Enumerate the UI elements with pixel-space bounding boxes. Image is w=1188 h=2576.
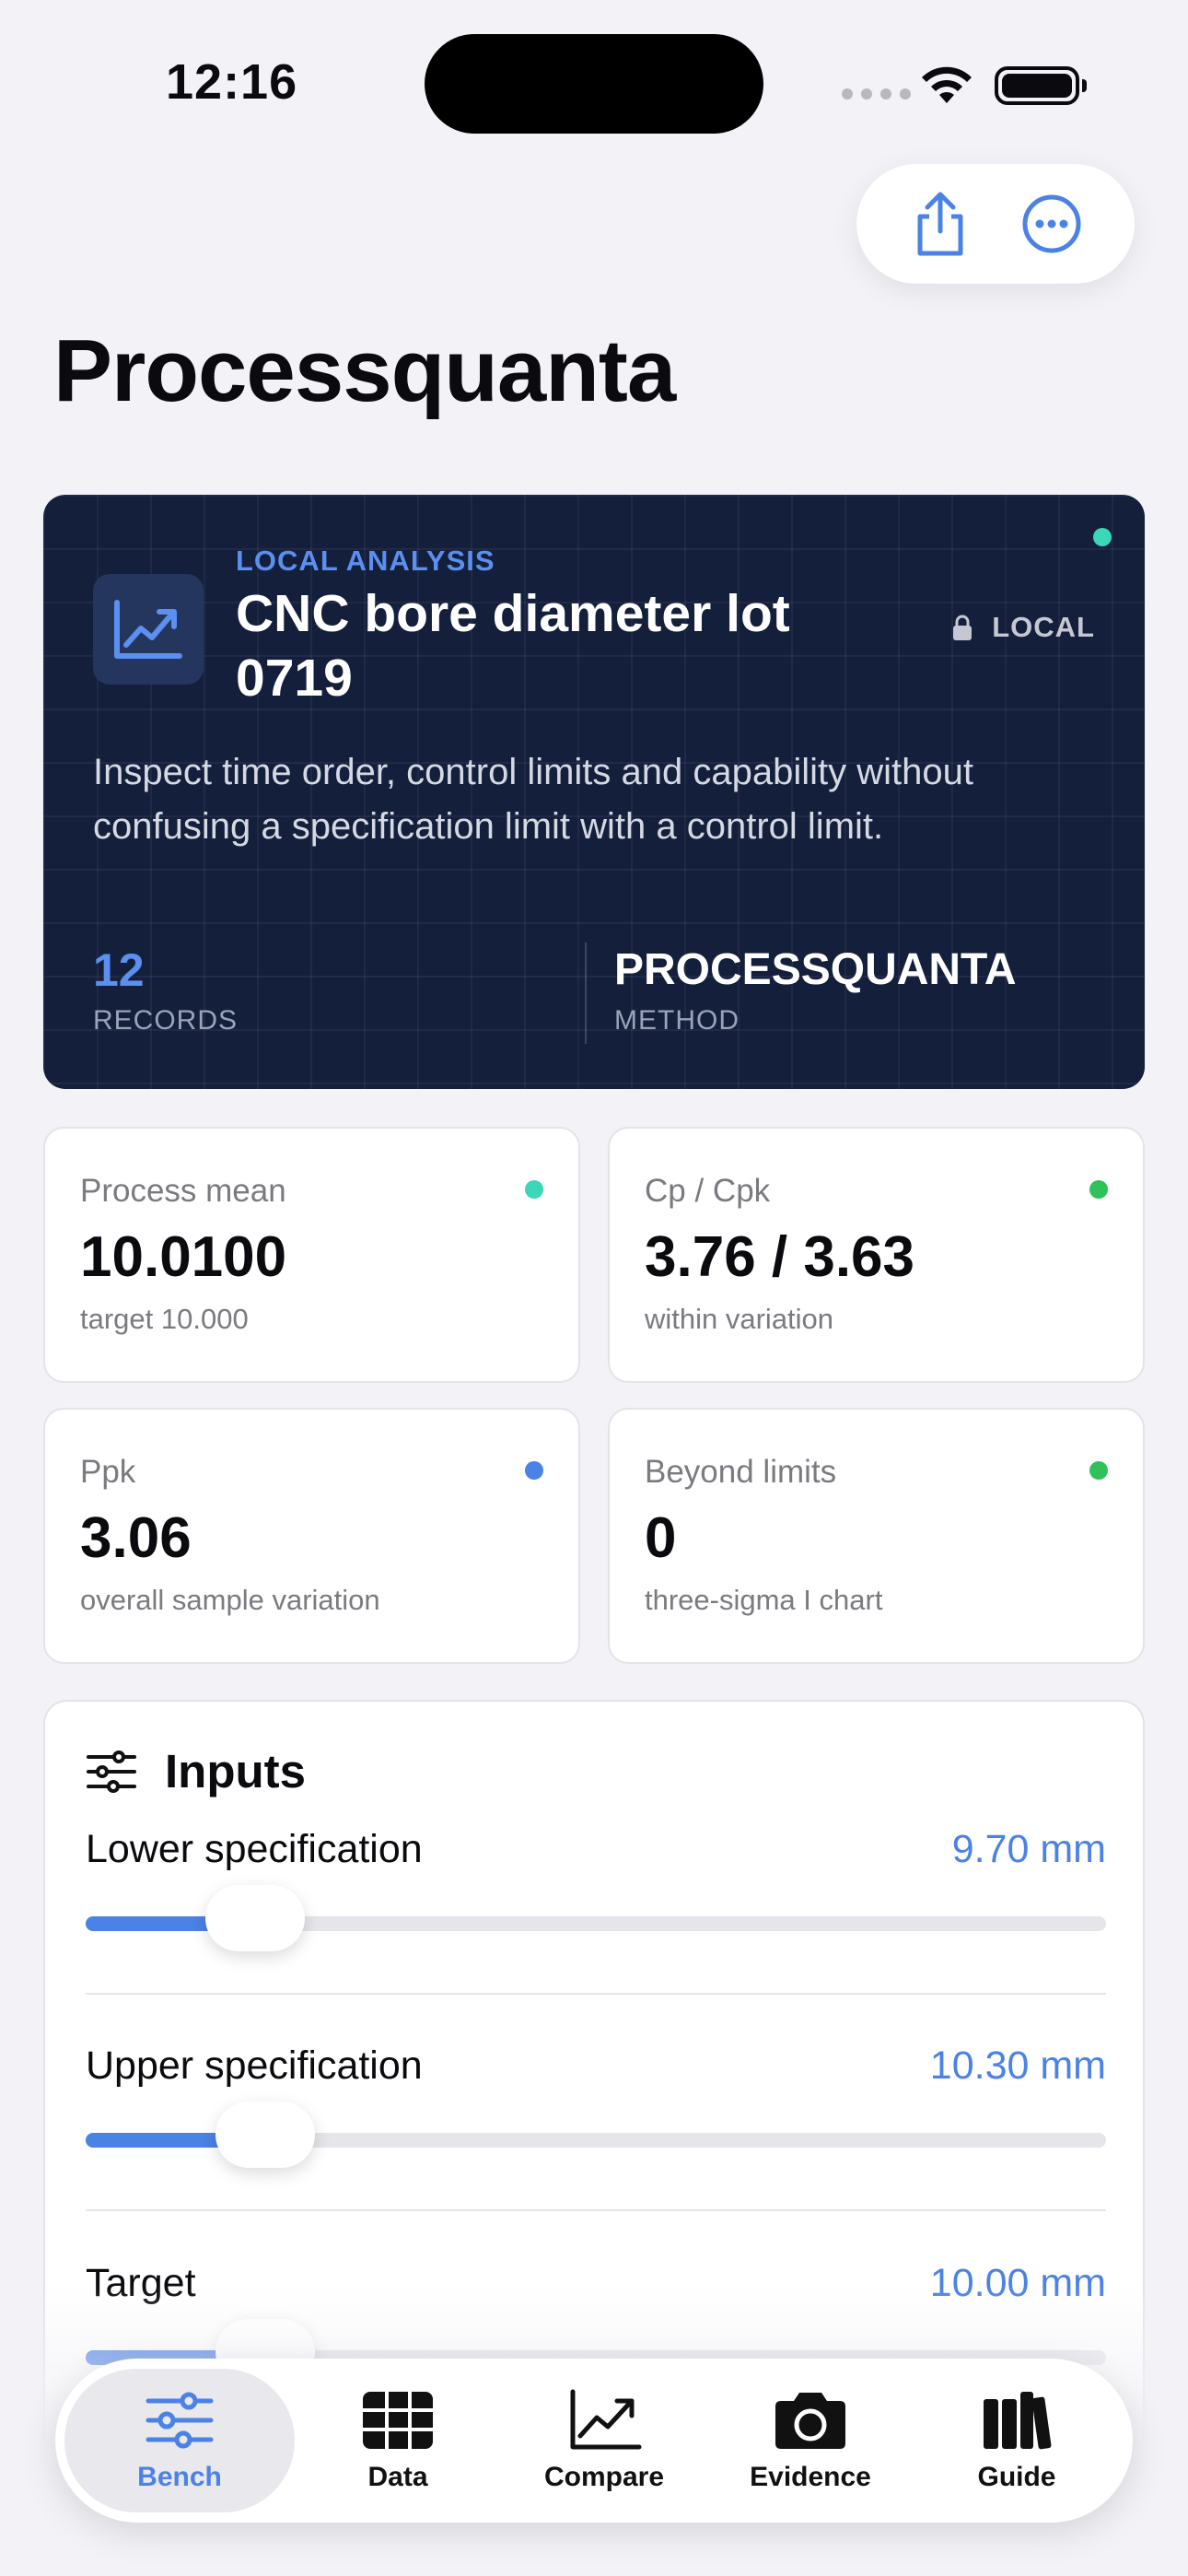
metric-card-cp-cpk[interactable]: Cp / Cpk 3.76 / 3.63 within variation	[608, 1127, 1145, 1383]
metric-status-dot	[1089, 1180, 1108, 1199]
hero-description: Inspect time order, control limits and c…	[93, 752, 973, 847]
row-divider	[86, 1993, 1106, 1995]
upper-spec-row: Upper specification 10.30 mm	[86, 2043, 1106, 2261]
hero-title: CNC bore diameter lot 0719	[236, 584, 790, 708]
sliders-icon	[87, 1750, 136, 1793]
inputs-header: Inputs	[86, 1744, 306, 1798]
upper-spec-value: 10.30 mm	[929, 2043, 1106, 2088]
metric-value: 10.0100	[80, 1225, 287, 1289]
tab-data[interactable]: Data	[295, 2369, 501, 2512]
live-status-dot	[1093, 528, 1112, 546]
dynamic-island	[425, 34, 763, 134]
wifi-icon	[922, 66, 972, 103]
method-stat: PROCESSQUANTA METHOD	[585, 943, 1106, 1044]
metric-label: Beyond limits	[645, 1454, 837, 1490]
records-stat: 12 RECORDS	[93, 943, 585, 1044]
local-badge-label: LOCAL	[992, 611, 1095, 643]
lock-icon	[953, 615, 973, 640]
tab-compare[interactable]: Compare	[501, 2369, 707, 2512]
upper-spec-slider[interactable]	[86, 2102, 1106, 2168]
top-actions	[856, 164, 1135, 284]
analysis-hero-card[interactable]: LOCAL ANALYSIS CNC bore diameter lot 071…	[43, 495, 1145, 1089]
inputs-title: Inputs	[165, 1745, 306, 1797]
cellular-signal-icon	[842, 88, 911, 100]
slider-thumb[interactable]	[205, 1885, 305, 1951]
metric-status-dot	[525, 1180, 543, 1199]
row-divider	[86, 2209, 1106, 2211]
books-icon	[984, 2392, 1052, 2450]
tab-bench[interactable]: Bench	[64, 2369, 295, 2512]
metric-value: 3.06	[80, 1506, 192, 1570]
lower-spec-slider[interactable]	[86, 1885, 1106, 1951]
tab-bar: Bench Data Compare Evidence Guide	[55, 2359, 1133, 2523]
metric-card-process-mean[interactable]: Process mean 10.0100 target 10.000	[43, 1127, 580, 1383]
metric-card-ppk[interactable]: Ppk 3.06 overall sample variation	[43, 1408, 580, 1664]
share-icon	[917, 192, 962, 256]
metric-value: 0	[645, 1506, 677, 1570]
metric-subtitle: within variation	[645, 1303, 834, 1335]
more-icon	[1022, 194, 1080, 253]
tab-label: Compare	[543, 2462, 665, 2492]
lower-spec-row: Lower specification 9.70 mm	[86, 1827, 1106, 2044]
local-badge: LOCAL	[951, 611, 1095, 644]
status-time: 12:16	[166, 54, 298, 110]
table-icon	[363, 2392, 433, 2449]
more-button[interactable]	[1015, 187, 1089, 261]
tab-label: Evidence	[750, 2462, 871, 2492]
tab-label: Bench	[137, 2462, 222, 2492]
metric-status-dot	[525, 1461, 543, 1480]
status-bar: 12:16	[0, 0, 1188, 166]
tab-label: Data	[367, 2462, 428, 2492]
tab-label: Guide	[977, 2462, 1056, 2492]
metric-card-beyond-limits[interactable]: Beyond limits 0 three-sigma I chart	[608, 1408, 1145, 1664]
metric-status-dot	[1089, 1461, 1108, 1480]
chart-icon	[570, 2389, 642, 2450]
sliders-icon	[146, 2392, 214, 2449]
method-value: PROCESSQUANTA	[614, 945, 1017, 994]
tab-guide[interactable]: Guide	[914, 2369, 1120, 2512]
records-count: 12	[93, 944, 145, 996]
page-title: Processquanta	[53, 322, 676, 420]
metric-label: Process mean	[80, 1173, 286, 1209]
camera-icon	[775, 2393, 845, 2449]
metric-subtitle: three-sigma I chart	[645, 1584, 883, 1616]
metric-label: Ppk	[80, 1454, 136, 1490]
slider-thumb[interactable]	[215, 2102, 315, 2168]
trend-chart-icon	[114, 600, 182, 659]
upper-spec-label: Upper specification	[86, 2043, 423, 2088]
battery-icon	[995, 66, 1087, 105]
metric-label: Cp / Cpk	[645, 1173, 771, 1209]
share-button[interactable]	[903, 187, 977, 261]
lower-spec-label: Lower specification	[86, 1827, 423, 1871]
tab-evidence[interactable]: Evidence	[707, 2369, 914, 2512]
analysis-icon	[93, 574, 204, 685]
method-label: METHOD	[614, 1005, 740, 1036]
metric-subtitle: overall sample variation	[80, 1584, 380, 1616]
metric-subtitle: target 10.000	[80, 1303, 249, 1335]
hero-eyebrow: LOCAL ANALYSIS	[236, 544, 495, 577]
records-label: RECORDS	[93, 1005, 239, 1036]
lower-spec-value: 9.70 mm	[951, 1827, 1106, 1871]
hero-stats: 12 RECORDS PROCESSQUANTA METHOD	[93, 943, 1106, 1044]
metric-value: 3.76 / 3.63	[645, 1225, 915, 1289]
